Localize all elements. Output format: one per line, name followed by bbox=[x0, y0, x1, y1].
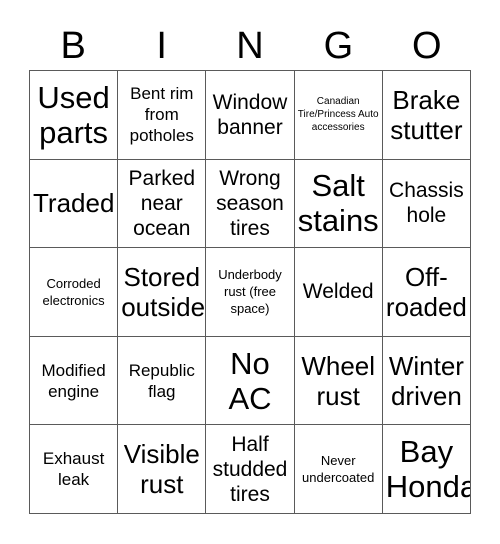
bingo-cell[interactable]: Parked near ocean bbox=[118, 159, 207, 249]
bingo-cell[interactable]: Bay Honda bbox=[382, 425, 471, 514]
bingo-header-row: B I N G O bbox=[29, 22, 471, 70]
bingo-cell-label: Chassis hole bbox=[389, 179, 464, 228]
bingo-cell-label: No AC bbox=[228, 345, 272, 416]
bingo-cell[interactable]: Half studded tires bbox=[206, 425, 295, 514]
bingo-cell[interactable]: Modified engine bbox=[30, 336, 119, 426]
bingo-cell[interactable]: Traded bbox=[30, 159, 119, 249]
bingo-cell-label: Off-roaded bbox=[385, 261, 467, 322]
bingo-cell[interactable]: Welded bbox=[294, 248, 383, 337]
bingo-header-letter-n: N bbox=[236, 25, 264, 67]
bingo-card: B I N G O Used parts Bent rim from potho… bbox=[0, 0, 500, 544]
bingo-cell[interactable]: Wheel rust bbox=[294, 336, 383, 426]
bingo-cell-label: Used parts bbox=[37, 79, 110, 150]
bingo-cell[interactable]: Window banner bbox=[206, 71, 295, 160]
bingo-cell-label: Parked near ocean bbox=[128, 166, 196, 240]
bingo-cell-label: Welded bbox=[302, 280, 374, 304]
bingo-cell[interactable]: Winter driven bbox=[382, 336, 471, 426]
bingo-cell[interactable]: Salt stains bbox=[294, 159, 383, 249]
bingo-cell[interactable]: No AC bbox=[206, 336, 295, 426]
bingo-cell[interactable]: Off-roaded bbox=[382, 248, 471, 337]
bingo-cell-label: Stored outside bbox=[121, 261, 206, 322]
bingo-cell[interactable]: Exhaust leak bbox=[30, 425, 119, 514]
bingo-cell[interactable]: Brake stutter bbox=[382, 71, 471, 160]
bingo-cell-label: Salt stains bbox=[297, 168, 379, 239]
bingo-header-letter-o: O bbox=[412, 25, 442, 67]
bingo-cell-label: Half studded tires bbox=[212, 432, 288, 506]
bingo-cell-label: Exhaust leak bbox=[42, 449, 105, 490]
bingo-cell-label: Corroded electronics bbox=[42, 275, 105, 308]
bingo-cell-label: Canadian Tire/Princess Auto accessories bbox=[297, 96, 379, 134]
bingo-cell[interactable]: Visible rust bbox=[118, 425, 207, 514]
bingo-cell-label: Traded bbox=[33, 188, 115, 219]
bingo-cell-label: Republic flag bbox=[128, 360, 195, 401]
bingo-header-letter-g: G bbox=[323, 25, 354, 67]
bingo-cell[interactable]: Never undercoated bbox=[294, 425, 383, 514]
bingo-cell[interactable]: Wrong season tires bbox=[206, 159, 295, 249]
bingo-cell-label: Modified engine bbox=[41, 360, 106, 401]
bingo-cell-free-space[interactable]: Underbody rust (free space) bbox=[206, 248, 295, 337]
bingo-cell[interactable]: Used parts bbox=[30, 71, 119, 160]
bingo-cell-label: Wrong season tires bbox=[216, 166, 284, 240]
bingo-cell[interactable]: Bent rim from potholes bbox=[118, 71, 207, 160]
bingo-grid: Used parts Bent rim from potholes Window… bbox=[29, 70, 471, 514]
bingo-cell-label: Winter driven bbox=[388, 350, 464, 411]
bingo-cell-label: Never undercoated bbox=[302, 453, 375, 486]
bingo-cell[interactable]: Chassis hole bbox=[382, 159, 471, 249]
bingo-header-letter-i: I bbox=[156, 25, 167, 67]
bingo-cell[interactable]: Stored outside bbox=[118, 248, 207, 337]
bingo-cell-label: Underbody rust (free space) bbox=[218, 267, 282, 317]
bingo-cell[interactable]: Corroded electronics bbox=[30, 248, 119, 337]
bingo-cell-label: Bay Honda bbox=[385, 434, 471, 505]
bingo-cell-label: Bent rim from potholes bbox=[129, 84, 194, 146]
bingo-cell[interactable]: Republic flag bbox=[118, 336, 207, 426]
bingo-cell-label: Brake stutter bbox=[390, 84, 463, 145]
bingo-cell-label: Visible rust bbox=[123, 439, 200, 500]
bingo-cell-label: Wheel rust bbox=[301, 350, 376, 411]
bingo-cell[interactable]: Canadian Tire/Princess Auto accessories bbox=[294, 71, 383, 160]
bingo-header-letter-b: B bbox=[60, 25, 86, 67]
bingo-cell-label: Window banner bbox=[212, 90, 288, 139]
